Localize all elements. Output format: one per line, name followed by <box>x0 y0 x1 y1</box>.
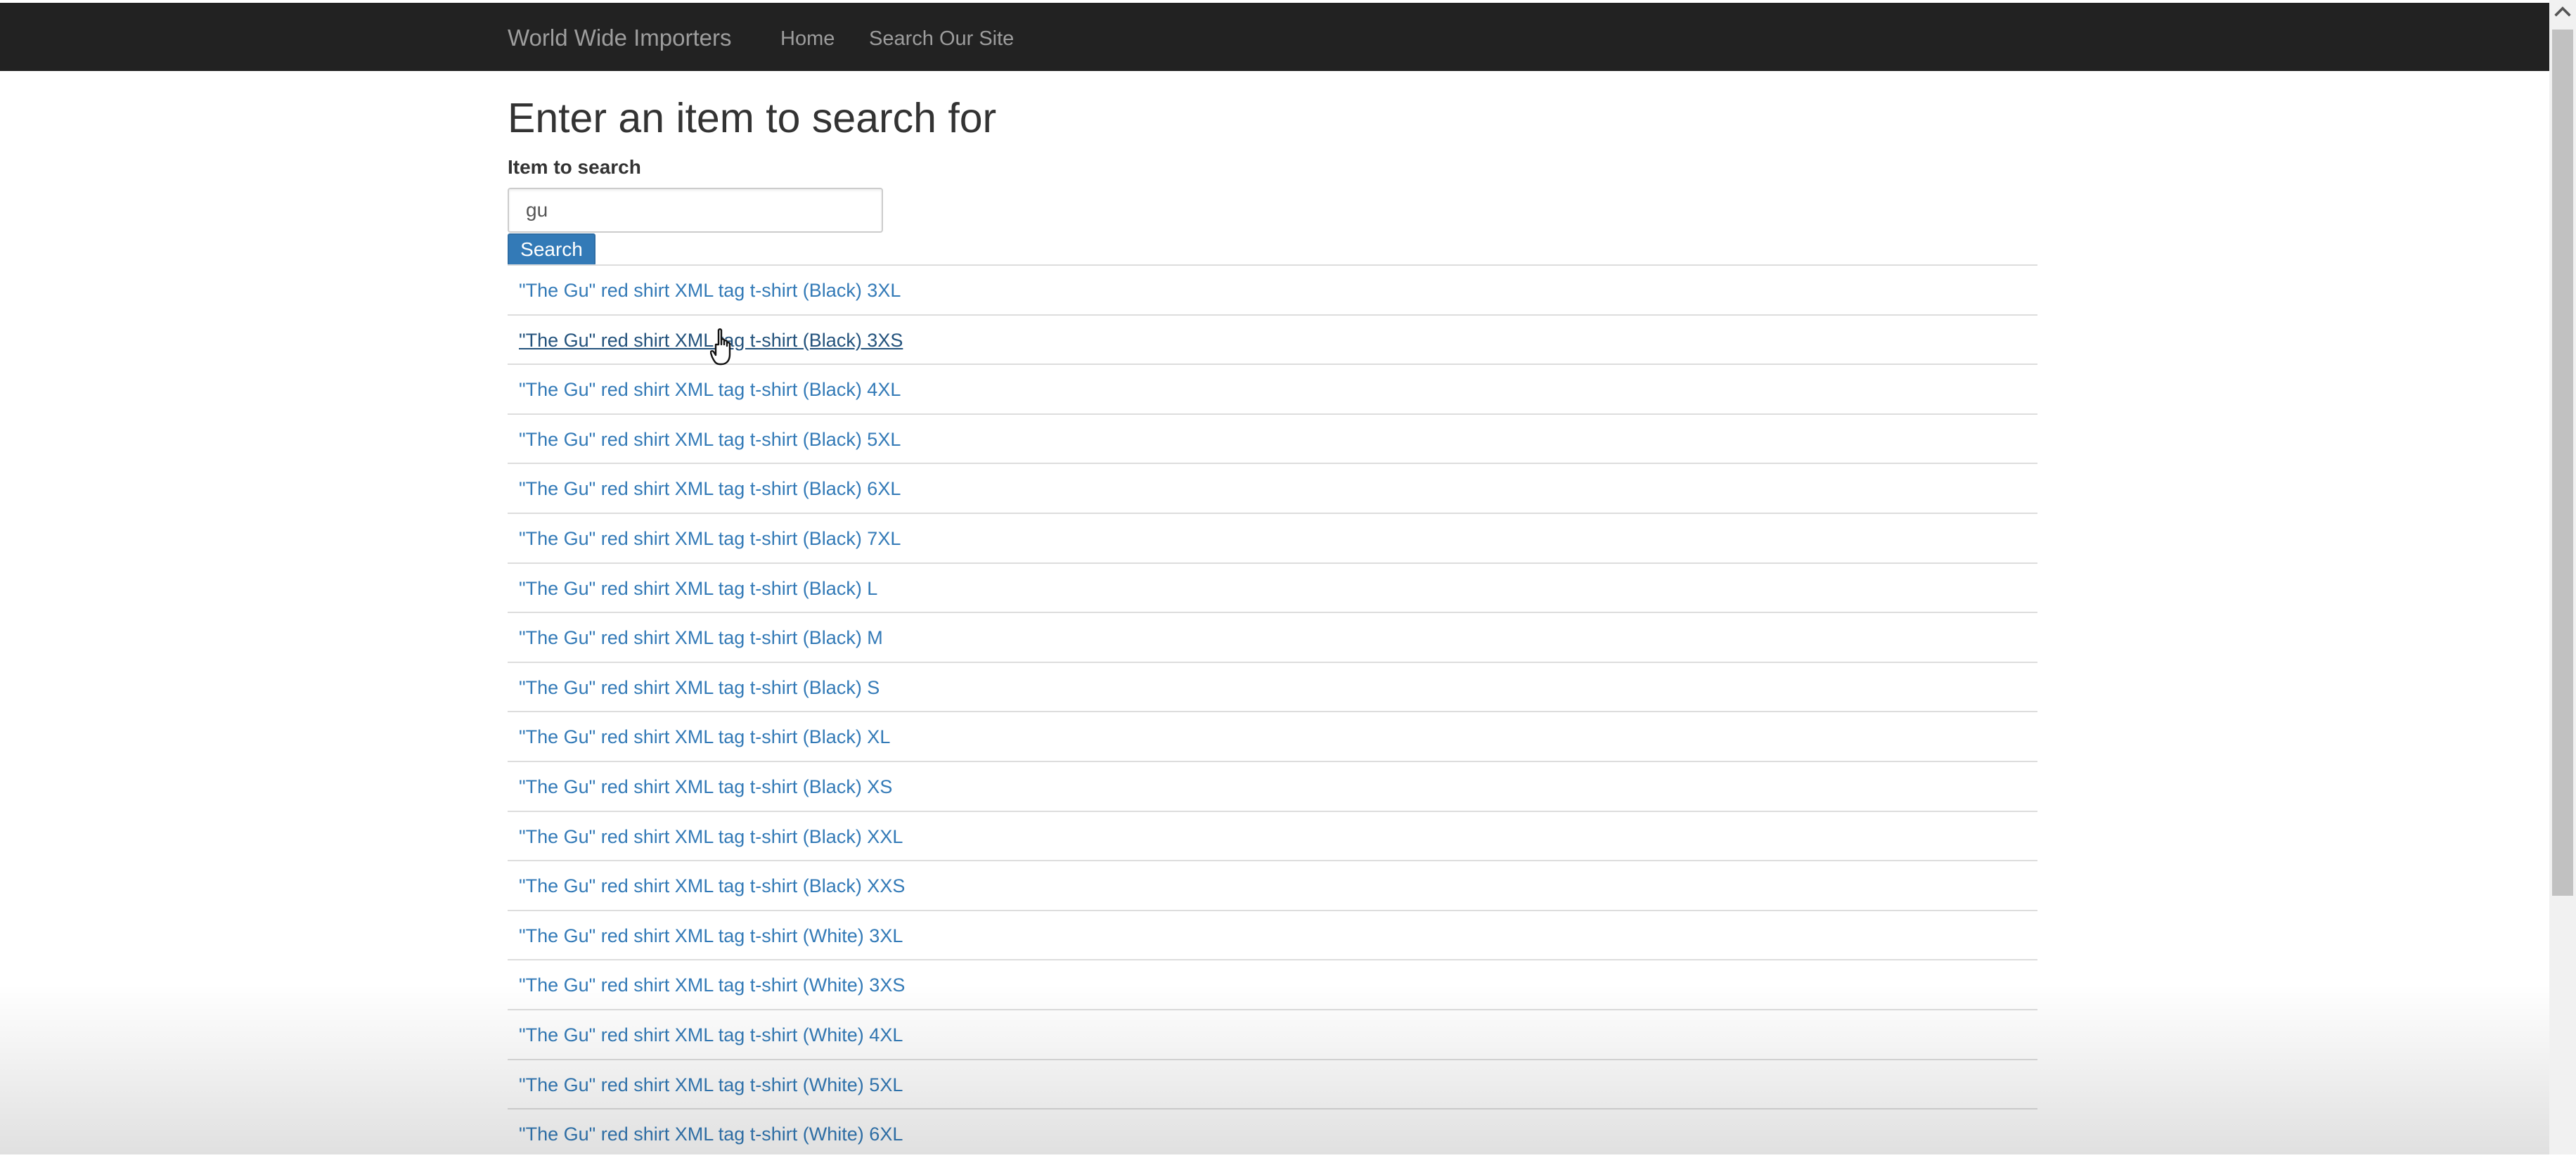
result-link[interactable]: "The Gu" red shirt XML tag t-shirt (Blac… <box>519 278 901 302</box>
result-link[interactable]: "The Gu" red shirt XML tag t-shirt (Whit… <box>519 973 905 997</box>
result-link[interactable]: "The Gu" red shirt XML tag t-shirt (Blac… <box>519 725 890 749</box>
result-link[interactable]: "The Gu" red shirt XML tag t-shirt (Blac… <box>519 626 883 650</box>
results-list: "The Gu" red shirt XML tag t-shirt (Blac… <box>508 264 2037 1158</box>
result-row: "The Gu" red shirt XML tag t-shirt (Blac… <box>508 810 2037 861</box>
result-row: "The Gu" red shirt XML tag t-shirt (Blac… <box>508 264 2037 314</box>
result-row: "The Gu" red shirt XML tag t-shirt (Blac… <box>508 661 2037 712</box>
page-title: Enter an item to search for <box>508 95 997 141</box>
result-link[interactable]: "The Gu" red shirt XML tag t-shirt (Blac… <box>519 775 892 799</box>
result-row: "The Gu" red shirt XML tag t-shirt (Blac… <box>508 463 2037 513</box>
result-row: "The Gu" red shirt XML tag t-shirt (Blac… <box>508 413 2037 463</box>
result-row: "The Gu" red shirt XML tag t-shirt (Whit… <box>508 1008 2037 1059</box>
result-link[interactable]: "The Gu" red shirt XML tag t-shirt (Blac… <box>519 825 903 849</box>
nav-link-home[interactable]: Home <box>780 25 835 52</box>
result-row: "The Gu" red shirt XML tag t-shirt (Whit… <box>508 909 2037 960</box>
top-navbar: World Wide Importers Home Search Our Sit… <box>0 0 2549 71</box>
result-row: "The Gu" red shirt XML tag t-shirt (Blac… <box>508 512 2037 562</box>
result-link[interactable]: "The Gu" red shirt XML tag t-shirt (Blac… <box>519 378 901 401</box>
result-row: "The Gu" red shirt XML tag t-shirt (Blac… <box>508 364 2037 413</box>
result-row: "The Gu" red shirt XML tag t-shirt (Blac… <box>508 760 2037 811</box>
hand-pointer-icon <box>710 328 731 366</box>
result-link[interactable]: "The Gu" red shirt XML tag t-shirt (Blac… <box>519 477 901 501</box>
result-row: "The Gu" red shirt XML tag t-shirt (Blac… <box>508 860 2037 910</box>
result-link[interactable]: "The Gu" red shirt XML tag t-shirt (Blac… <box>519 527 901 551</box>
result-link[interactable]: "The Gu" red shirt XML tag t-shirt (Blac… <box>519 874 905 898</box>
result-link[interactable]: "The Gu" red shirt XML tag t-shirt (Blac… <box>519 577 877 600</box>
result-row: "The Gu" red shirt XML tag t-shirt (Whit… <box>508 1108 2037 1158</box>
result-row: "The Gu" red shirt XML tag t-shirt (Whit… <box>508 959 2037 1009</box>
nav-link-search[interactable]: Search Our Site <box>869 25 1014 52</box>
result-link[interactable]: "The Gu" red shirt XML tag t-shirt (Whit… <box>519 924 903 948</box>
result-link[interactable]: "The Gu" red shirt XML tag t-shirt (Whit… <box>519 1023 903 1047</box>
search-button[interactable]: Search <box>508 233 595 266</box>
result-row: "The Gu" red shirt XML tag t-shirt (Blac… <box>508 612 2037 662</box>
brand-link[interactable]: World Wide Importers <box>508 22 731 53</box>
result-link[interactable]: "The Gu" red shirt XML tag t-shirt (Blac… <box>519 427 901 451</box>
result-row: "The Gu" red shirt XML tag t-shirt (Blac… <box>508 711 2037 761</box>
result-link[interactable]: "The Gu" red shirt XML tag t-shirt (Whit… <box>519 1122 903 1146</box>
result-row: "The Gu" red shirt XML tag t-shirt (Blac… <box>508 562 2037 612</box>
scrollbar-thumb[interactable] <box>2552 30 2573 896</box>
result-link[interactable]: "The Gu" red shirt XML tag t-shirt (Blac… <box>519 676 880 700</box>
chevron-up-icon[interactable] <box>2554 3 2572 21</box>
result-link[interactable]: "The Gu" red shirt XML tag t-shirt (Whit… <box>519 1073 903 1097</box>
result-row: "The Gu" red shirt XML tag t-shirt (Whit… <box>508 1058 2037 1109</box>
search-input[interactable] <box>508 188 883 233</box>
search-field-label: Item to search <box>508 156 641 178</box>
